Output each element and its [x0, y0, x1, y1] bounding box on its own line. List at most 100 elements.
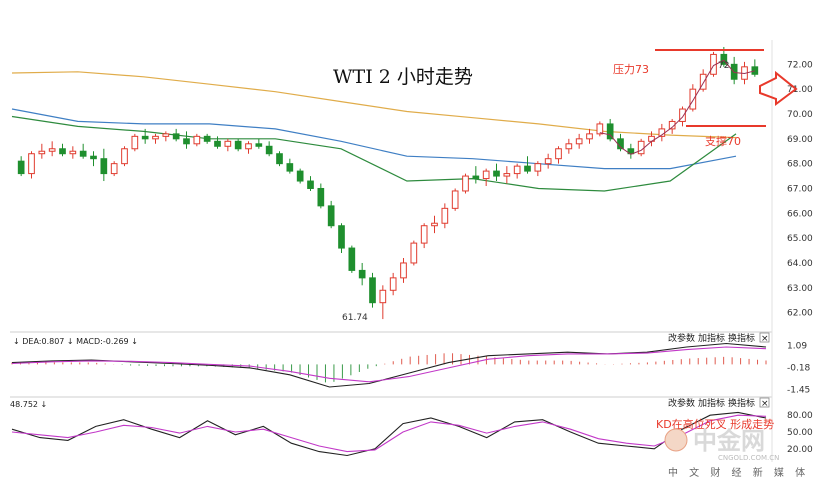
- candle-body: [596, 123, 604, 135]
- panel-button[interactable]: 加指标: [698, 332, 725, 344]
- y-tick-label: 64.00: [787, 259, 813, 269]
- candle-body: [38, 150, 46, 155]
- candle-body: [214, 140, 221, 147]
- macd-dea-line: [11, 346, 767, 383]
- candle-body: [255, 143, 263, 147]
- candle-body: [245, 143, 252, 150]
- support-label: 支撑70: [705, 134, 741, 148]
- y-tick-label: 72.00: [787, 60, 813, 70]
- candle-body: [79, 150, 87, 157]
- resistance-label: 压力73: [613, 63, 649, 76]
- candle-body: [172, 133, 180, 140]
- y-tick-label: 69.00: [787, 135, 813, 145]
- candle-body: [48, 148, 56, 152]
- candle-body: [369, 277, 376, 304]
- candle-body: [17, 160, 25, 175]
- candle-body: [234, 140, 242, 150]
- candle-body: [555, 148, 562, 160]
- watermark-brand: 中金网: [693, 427, 765, 455]
- panel-button[interactable]: 换指标: [728, 332, 755, 344]
- candle-body: [637, 140, 645, 155]
- candle-body: [389, 277, 397, 291]
- panel-button[interactable]: 改参数: [668, 397, 695, 409]
- watermark-url: CNGOLD.COM.CN: [718, 454, 779, 462]
- candle-body: [379, 289, 387, 304]
- candle-body: [400, 262, 407, 279]
- candle-body: [286, 163, 294, 172]
- candle-body: [307, 180, 314, 189]
- candle-body: [451, 190, 459, 209]
- candle-body: [503, 173, 511, 177]
- y-tick-label: 66.00: [787, 209, 813, 219]
- macd-y-tick: 1.09: [787, 341, 807, 351]
- candle-body: [276, 153, 283, 165]
- candle-body: [296, 170, 304, 182]
- candle-body: [565, 143, 573, 150]
- chart-root: WTI 2 小时走势 72.00 71.00 70.00 69.00 68.00 67.0…: [0, 0, 824, 492]
- chart-title: WTI 2 小时走势: [333, 66, 473, 88]
- macd-y-tick: -0.18: [787, 364, 811, 374]
- candle-body: [327, 205, 335, 227]
- close-glyph: ×: [761, 334, 769, 344]
- moving-average-line: [11, 115, 737, 192]
- main-panel: 72.0071.0070.0069.0068.0067.0066.0065.00…: [11, 46, 813, 323]
- candle-body: [28, 153, 35, 175]
- candle-body: [141, 135, 149, 140]
- moving-average-line: [11, 108, 737, 170]
- kd-y-tick: 50.00: [787, 428, 813, 438]
- candle-body: [586, 133, 593, 140]
- candle-body: [203, 135, 211, 142]
- chart-svg: WTI 2 小时走势 72.0071.0070.0069.0068.0067.0…: [10, 40, 813, 479]
- candle-body: [472, 175, 480, 180]
- y-tick-label: 70.00: [787, 110, 813, 120]
- y-tick-label: 62.00: [787, 309, 813, 319]
- kd-y-tick: 20.00: [787, 445, 813, 455]
- close-glyph: ×: [761, 399, 769, 409]
- candle-body: [410, 242, 418, 264]
- candle-body: [751, 66, 759, 75]
- watermark-tagline: 中 文 财 经 新 媒 体: [668, 466, 809, 479]
- y-tick-label: 68.00: [787, 160, 813, 170]
- panel-button[interactable]: 改参数: [668, 332, 695, 344]
- brand-logo-icon: [664, 428, 688, 452]
- candle-body: [265, 145, 273, 155]
- candle-body: [482, 170, 490, 180]
- candle-body: [317, 187, 325, 207]
- candle-body: [524, 165, 531, 172]
- kd-y-tick: 80.00: [787, 411, 813, 421]
- macd-panel: ↓ DEA:0.807 ↓ MACD:-0.269 ↓ 1.09 -0.18 -1.4…: [11, 337, 811, 396]
- candle-body: [152, 135, 159, 140]
- candle-body: [441, 207, 449, 224]
- panel-button[interactable]: 加指标: [698, 397, 725, 409]
- candle-body: [100, 158, 108, 175]
- candle-body: [420, 225, 428, 244]
- macd-y-tick: -1.45: [787, 386, 810, 396]
- candle-body: [493, 170, 500, 177]
- y-tick-label: 65.00: [787, 234, 813, 244]
- peak-label: 72: [718, 61, 729, 71]
- candle-body: [131, 135, 139, 150]
- candle-body: [162, 133, 170, 137]
- candle-body: [121, 148, 128, 165]
- candle-body: [183, 138, 190, 145]
- y-tick-label: 67.00: [787, 184, 813, 194]
- candle-body: [462, 175, 469, 192]
- candle-body: [110, 163, 118, 175]
- macd-dea-label: ↓ DEA:0.807 ↓ MACD:-0.269 ↓: [13, 337, 138, 346]
- kd-k-line: [11, 411, 767, 457]
- candle-body: [193, 135, 201, 145]
- candle-body: [431, 222, 438, 227]
- candle-body: [224, 140, 232, 147]
- kd-value-label: 48.752 ↓: [10, 400, 47, 409]
- candle-body: [575, 138, 583, 145]
- candle-body: [59, 148, 66, 155]
- candle-body: [348, 247, 356, 271]
- candle-body: [513, 165, 521, 175]
- candle-body: [69, 150, 77, 155]
- candle-body: [90, 155, 97, 160]
- candle-body: [534, 163, 542, 172]
- candle-body: [544, 158, 552, 165]
- panel-button[interactable]: 换指标: [728, 397, 755, 409]
- candle-body: [689, 88, 697, 110]
- candle-body: [338, 225, 345, 249]
